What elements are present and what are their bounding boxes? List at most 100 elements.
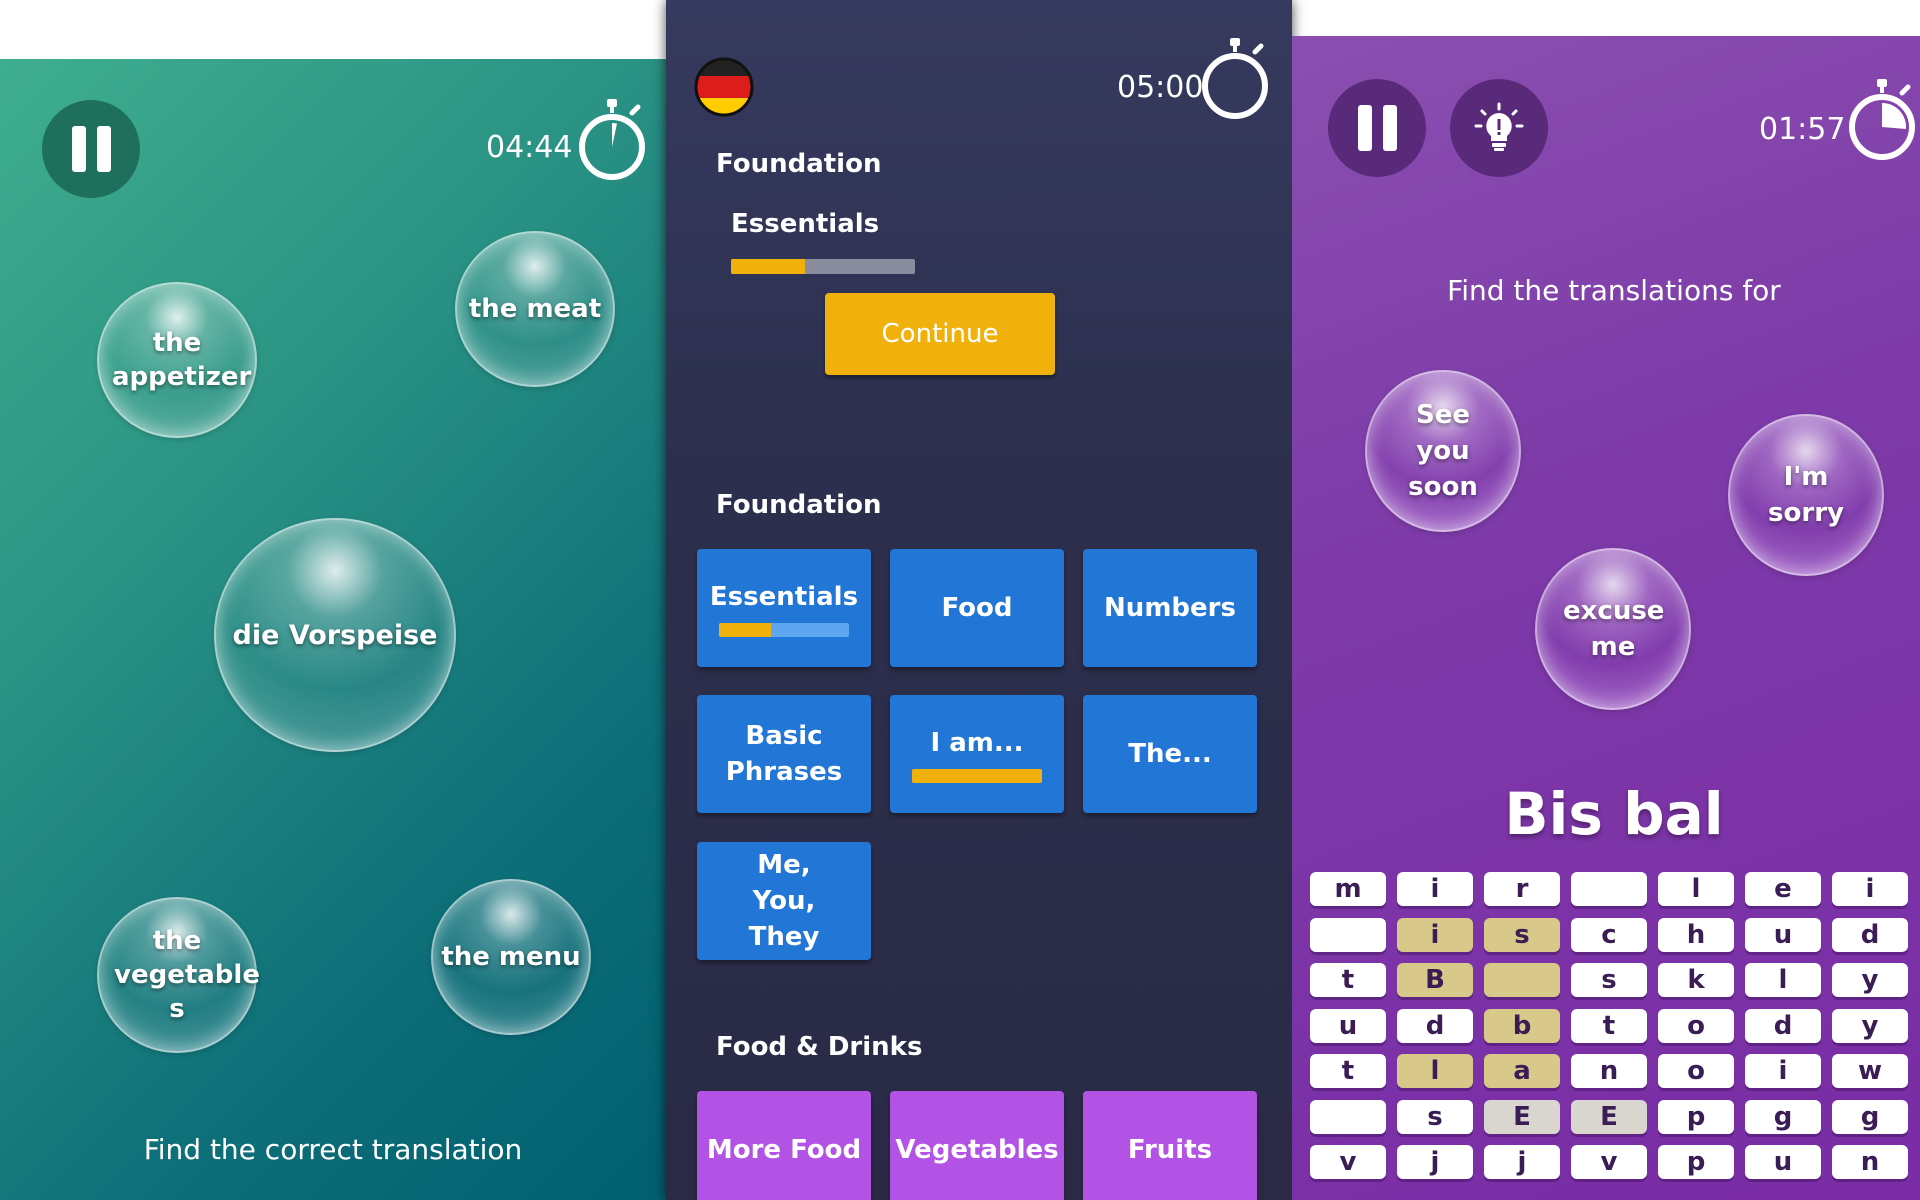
letter-cell[interactable]: d: [1745, 1008, 1821, 1043]
tile-progress-bar: [719, 623, 849, 637]
letter-cell[interactable]: g: [1745, 1099, 1821, 1134]
letter-cell[interactable]: i: [1397, 872, 1473, 906]
foundation-section-title: Foundation: [716, 490, 882, 520]
letter-cell[interactable]: d: [1832, 917, 1908, 952]
letter-cell[interactable]: v: [1571, 1145, 1647, 1179]
letter-cell[interactable]: o: [1658, 1054, 1734, 1088]
letter-cell[interactable]: [1310, 1099, 1386, 1134]
answer-bubble[interactable]: See you soon: [1365, 370, 1521, 532]
answer-bubble[interactable]: excuse me: [1535, 548, 1691, 710]
letter-cell[interactable]: p: [1658, 1099, 1734, 1134]
tile-fruits[interactable]: Fruits: [1083, 1091, 1257, 1200]
letter-cell[interactable]: [1571, 872, 1647, 906]
tile-label: Me, You, They: [748, 850, 820, 952]
letter-cell[interactable]: u: [1310, 1008, 1386, 1043]
answer-bubble[interactable]: the vegetable s: [97, 897, 260, 1053]
continue-button[interactable]: Continue: [825, 293, 1055, 375]
letter-cell[interactable]: h: [1658, 917, 1734, 952]
tile-label: Basic Phrases: [725, 721, 843, 787]
tile-the[interactable]: The...: [1083, 695, 1257, 813]
letter-cell[interactable]: t: [1310, 1054, 1386, 1088]
pause-icon: [1357, 105, 1397, 151]
letter-cell[interactable]: j: [1484, 1145, 1560, 1179]
bubble-label: excuse me: [1563, 596, 1665, 662]
target-word: Bis bal: [1504, 780, 1724, 848]
instruction-text: Find the correct translation: [143, 1133, 523, 1166]
letter-cell[interactable]: l: [1745, 963, 1821, 997]
tile-label: Essentials: [709, 582, 859, 612]
word-search-panel: 01:57 Find the translations for See you …: [1292, 36, 1920, 1200]
hint-button[interactable]: [1450, 79, 1548, 177]
pause-button[interactable]: [1328, 79, 1426, 177]
letter-cell[interactable]: n: [1832, 1145, 1908, 1179]
bubble-label: I'm sorry: [1768, 462, 1844, 528]
letter-cell[interactable]: j: [1397, 1145, 1473, 1179]
letter-cell[interactable]: B: [1397, 963, 1473, 997]
food-drinks-section-title: Food & Drinks: [716, 1032, 923, 1062]
letter-cell[interactable]: [1310, 917, 1386, 952]
letter-cell[interactable]: t: [1571, 1008, 1647, 1043]
tile-label: Fruits: [1127, 1135, 1213, 1165]
answer-bubble[interactable]: the menu: [431, 879, 591, 1035]
tile-i-am[interactable]: I am...: [890, 695, 1064, 813]
pause-icon: [71, 126, 111, 172]
tile-food[interactable]: Food: [890, 549, 1064, 667]
lightbulb-icon: [1474, 102, 1524, 151]
letter-cell[interactable]: r: [1484, 872, 1560, 906]
tile-more-food[interactable]: More Food: [697, 1091, 871, 1200]
tile-label: Numbers: [1104, 593, 1236, 623]
bubble-label: the menu: [441, 942, 581, 972]
german-flag-icon[interactable]: [693, 55, 755, 119]
letter-cell[interactable]: u: [1745, 1145, 1821, 1179]
letter-cell[interactable]: u: [1745, 917, 1821, 952]
tile-label: Vegetables: [895, 1135, 1059, 1165]
letter-cell[interactable]: E: [1571, 1099, 1647, 1134]
tile-basic-phrases[interactable]: Basic Phrases: [697, 695, 871, 813]
letter-cell[interactable]: e: [1745, 872, 1821, 906]
pause-button[interactable]: [42, 100, 140, 198]
lesson-progress-bar: [731, 259, 915, 274]
stopwatch-icon: [579, 99, 645, 180]
letter-cell[interactable]: i: [1745, 1054, 1821, 1088]
letter-cell[interactable]: s: [1397, 1099, 1473, 1134]
letter-cell[interactable]: m: [1310, 872, 1386, 906]
tile-numbers[interactable]: Numbers: [1083, 549, 1257, 667]
answer-bubble[interactable]: the meat: [455, 231, 615, 387]
letter-cell[interactable]: g: [1832, 1099, 1908, 1134]
letter-cell[interactable]: o: [1658, 1008, 1734, 1043]
target-word-bubble: die Vorspeise: [214, 518, 456, 752]
letter-cell[interactable]: b: [1484, 1008, 1560, 1043]
letter-cell[interactable]: w: [1832, 1054, 1908, 1088]
letter-cell[interactable]: v: [1310, 1145, 1386, 1179]
letter-cell[interactable]: [1484, 963, 1560, 997]
letter-cell[interactable]: i: [1832, 872, 1908, 906]
letter-cell[interactable]: t: [1310, 963, 1386, 997]
tile-essentials[interactable]: Essentials: [697, 549, 871, 667]
letter-cell[interactable]: k: [1658, 963, 1734, 997]
stopwatch-icon: [1849, 79, 1915, 160]
answer-bubble[interactable]: the appetizer: [97, 282, 257, 438]
letter-cell[interactable]: c: [1571, 917, 1647, 952]
letter-cell[interactable]: p: [1658, 1145, 1734, 1179]
letter-cell[interactable]: i: [1397, 917, 1473, 952]
bubble-label: the vegetable s: [114, 926, 260, 1024]
letter-cell[interactable]: d: [1397, 1008, 1473, 1043]
letter-cell[interactable]: l: [1397, 1054, 1473, 1088]
tile-vegetables[interactable]: Vegetables: [890, 1091, 1064, 1200]
letter-cell[interactable]: s: [1571, 963, 1647, 997]
letter-cell[interactable]: E: [1484, 1099, 1560, 1134]
letter-cell[interactable]: l: [1658, 872, 1734, 906]
tile-label: The...: [1128, 739, 1212, 769]
letter-cell[interactable]: y: [1832, 1008, 1908, 1043]
letter-cell[interactable]: a: [1484, 1054, 1560, 1088]
bubble-game-panel: 04:44 the appetizer the meat die Vorspei…: [0, 59, 666, 1200]
timer-text: 01:57: [1759, 112, 1846, 147]
tile-me-you-they[interactable]: Me, You, They: [697, 842, 871, 960]
letter-cell[interactable]: s: [1484, 917, 1560, 952]
answer-bubble[interactable]: I'm sorry: [1728, 414, 1884, 576]
stopwatch-icon: [1202, 38, 1268, 119]
letter-cell[interactable]: n: [1571, 1054, 1647, 1088]
target-word: die Vorspeise: [232, 619, 438, 651]
tile-label: I am...: [930, 728, 1024, 758]
letter-cell[interactable]: y: [1832, 963, 1908, 997]
